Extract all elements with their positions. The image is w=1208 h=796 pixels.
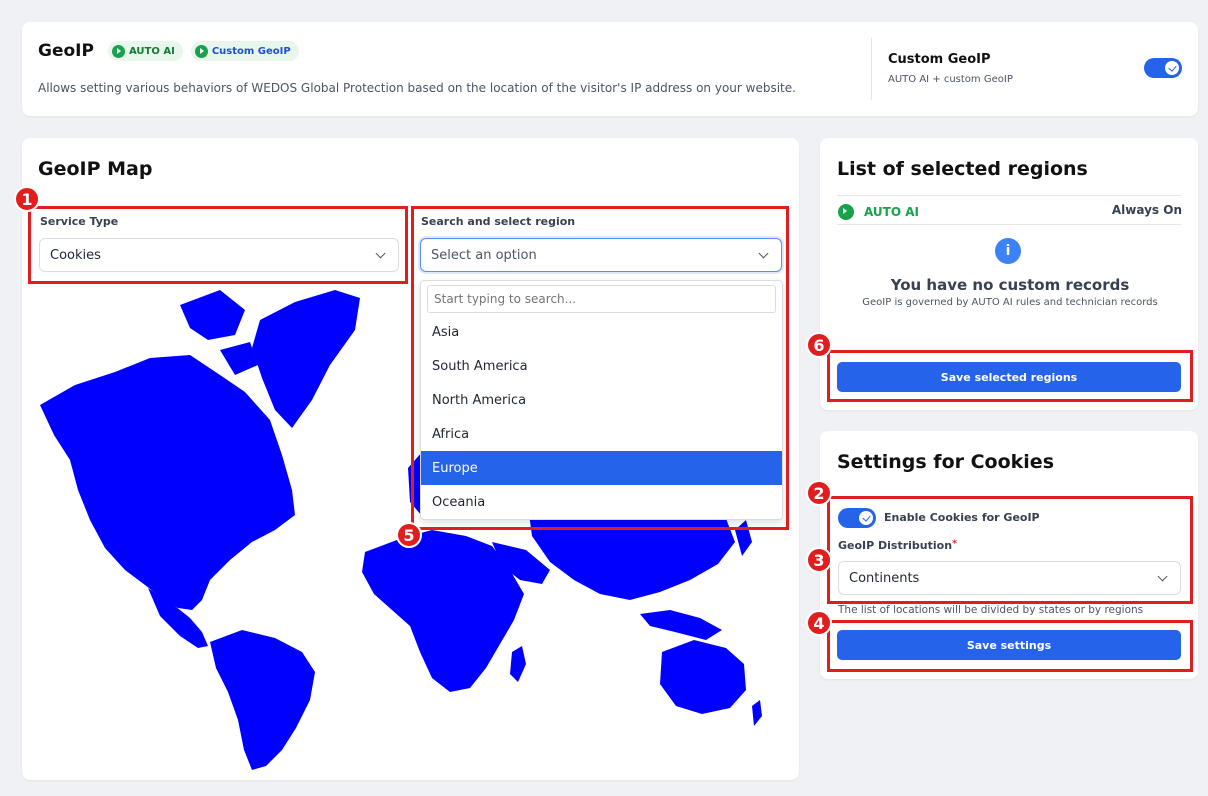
custom-geoip-badge-label: Custom GeoIP <box>211 45 291 57</box>
mode-title: Custom GeoIP <box>888 52 991 67</box>
annotation-box-1 <box>28 206 408 284</box>
map-greenland <box>252 290 360 428</box>
annotation-box-5 <box>411 206 789 530</box>
empty-title: You have no custom records <box>890 276 1130 294</box>
play-icon <box>838 204 854 220</box>
settings-title: Settings for Cookies <box>837 451 1054 473</box>
play-icon <box>112 44 125 58</box>
map-sea-islands <box>640 610 722 640</box>
custom-geoip-toggle[interactable] <box>1144 58 1182 78</box>
annotation-box-2-3 <box>827 496 1193 604</box>
annotation-marker-4: 4 <box>806 610 832 636</box>
auto-ai-badge-label: AUTO AI <box>129 45 175 57</box>
annotation-marker-2: 2 <box>806 480 832 506</box>
regions-divider-2 <box>837 224 1181 225</box>
custom-geoip-badge: Custom GeoIP <box>190 41 299 61</box>
header-card: GeoIP AUTO AI Custom GeoIP Allows settin… <box>22 22 1198 116</box>
page-title: GeoIP <box>38 41 94 61</box>
annotation-box-6 <box>827 350 1193 402</box>
empty-subtitle: GeoIP is governed by AUTO AI rules and t… <box>862 297 1158 308</box>
auto-ai-label: AUTO AI <box>864 205 919 219</box>
mode-subtitle: AUTO AI + custom GeoIP <box>888 74 1013 85</box>
map-canada-islands <box>180 290 245 340</box>
distribution-hint: The list of locations will be divided by… <box>838 604 1144 616</box>
map-title: GeoIP Map <box>38 158 153 180</box>
annotation-marker-6: 6 <box>806 332 832 358</box>
play-icon <box>194 44 208 58</box>
regions-title: List of selected regions <box>837 158 1088 180</box>
auto-ai-badge: AUTO AI <box>108 41 183 61</box>
header-divider <box>871 38 872 100</box>
page-description: Allows setting various behaviors of WEDO… <box>38 81 796 95</box>
map-madagascar <box>510 646 526 682</box>
auto-ai-row: AUTO AI <box>838 202 919 222</box>
annotation-box-4 <box>827 620 1193 672</box>
map-new-zealand <box>752 700 762 726</box>
map-north-america <box>40 355 295 610</box>
map-australia <box>660 640 746 714</box>
info-icon: i <box>995 238 1021 264</box>
regions-divider <box>837 195 1181 196</box>
annotation-marker-5: 5 <box>396 522 422 548</box>
annotation-marker-3: 3 <box>806 547 832 573</box>
auto-ai-status: Always On <box>1111 203 1182 217</box>
annotation-marker-1: 1 <box>14 186 40 212</box>
map-south-america <box>210 630 315 770</box>
check-icon <box>1168 63 1177 72</box>
